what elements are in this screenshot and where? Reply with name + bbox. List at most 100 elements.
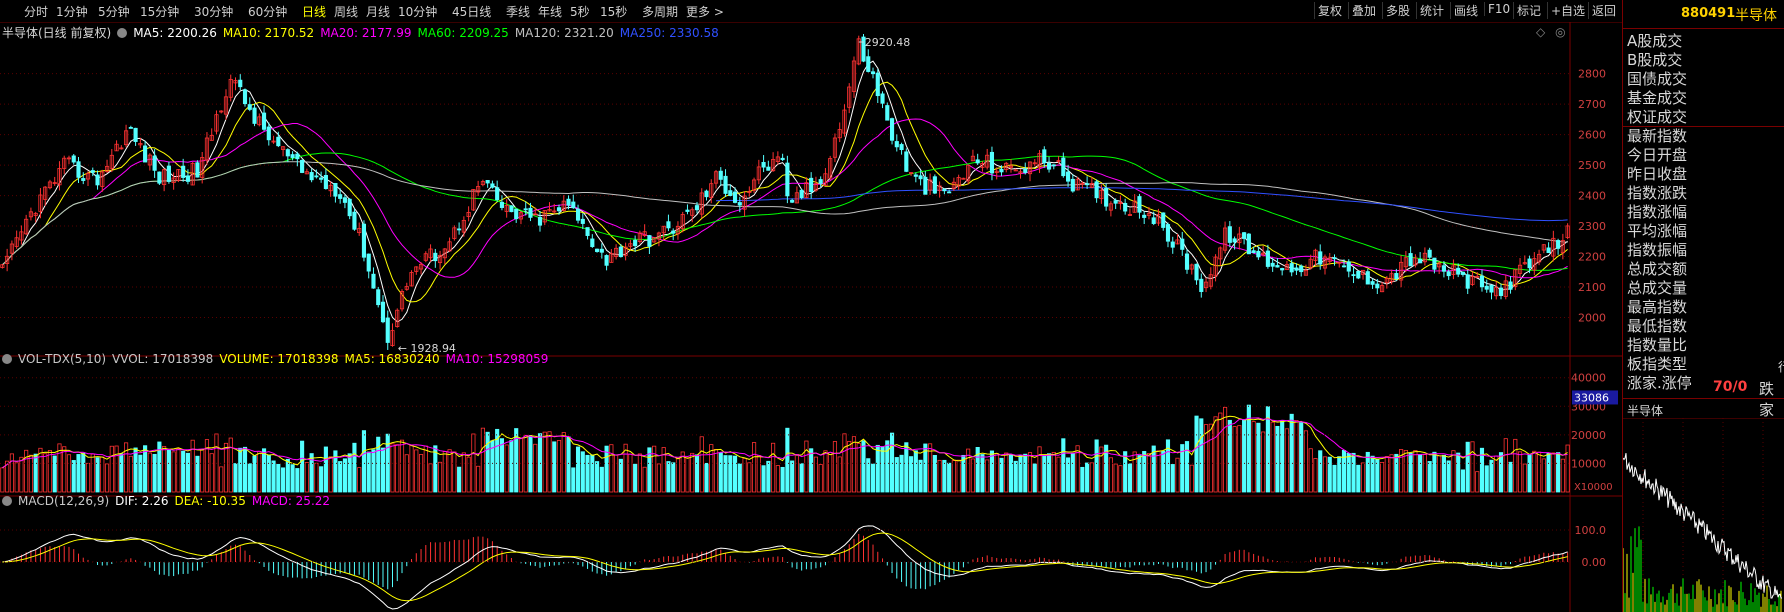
diamond-icon[interactable]: ◇ bbox=[1536, 25, 1545, 39]
volume-bar bbox=[1051, 452, 1056, 493]
volume-bar bbox=[1322, 456, 1328, 493]
circle-icon[interactable]: ◎ bbox=[1555, 25, 1565, 39]
volume-bar bbox=[761, 465, 766, 493]
toolbar-button[interactable]: 叠加 bbox=[1348, 2, 1379, 19]
mini-intraday-chart[interactable] bbox=[1623, 418, 1784, 612]
toolbar-button[interactable]: 返回 bbox=[1588, 2, 1619, 19]
volume-bar bbox=[832, 441, 838, 493]
volume-bar bbox=[1156, 450, 1161, 493]
volume-bar bbox=[1056, 456, 1061, 493]
volume-bar bbox=[1346, 452, 1351, 493]
toolbar-button[interactable]: 统计 bbox=[1416, 2, 1447, 19]
volume-bar bbox=[556, 440, 562, 493]
volume-bar bbox=[1546, 452, 1551, 493]
candle-body bbox=[737, 202, 742, 206]
volume-bar bbox=[642, 466, 647, 493]
candle-body bbox=[1356, 270, 1361, 279]
candle-body bbox=[1460, 271, 1466, 275]
volume-bar bbox=[961, 454, 966, 493]
candle-body bbox=[1051, 164, 1056, 167]
toolbar-button[interactable]: 标记 bbox=[1513, 2, 1544, 19]
timeframe-tab[interactable]: 月线 bbox=[366, 3, 390, 20]
timeframe-tab[interactable]: 30分钟 bbox=[194, 3, 233, 20]
chart-window-controls[interactable]: ◇ ◎ bbox=[1536, 25, 1566, 39]
timeframe-tab[interactable]: 日线 bbox=[302, 3, 326, 20]
timeframe-tab[interactable]: 年线 bbox=[538, 3, 562, 20]
volume-bar bbox=[376, 436, 381, 493]
candle-body bbox=[499, 201, 504, 208]
toolbar-button[interactable]: 多股 bbox=[1382, 2, 1413, 19]
timeframe-tab[interactable]: 15秒 bbox=[600, 3, 627, 20]
candle-body bbox=[1556, 240, 1561, 249]
settings-icon[interactable] bbox=[2, 496, 12, 506]
timeframe-tab[interactable]: 1分钟 bbox=[56, 3, 88, 20]
volume-bar bbox=[1365, 451, 1370, 493]
toolbar-button[interactable]: +自选 bbox=[1547, 2, 1588, 19]
timeframe-tab[interactable]: 分时 bbox=[24, 3, 48, 20]
timeframe-tab[interactable]: 60分钟 bbox=[248, 3, 287, 20]
volume-bar bbox=[518, 437, 524, 493]
candle-body bbox=[575, 208, 581, 221]
timeframe-tab[interactable]: 5分钟 bbox=[98, 3, 130, 20]
volume-bar bbox=[1061, 438, 1066, 493]
timeframe-tab[interactable]: 15分钟 bbox=[140, 3, 179, 20]
timeframe-tab[interactable]: 多周期 bbox=[642, 3, 678, 20]
toolbar-button[interactable]: F10 bbox=[1484, 2, 1513, 16]
volume-bar bbox=[561, 432, 566, 493]
toolbar-button[interactable]: 复权 bbox=[1314, 2, 1345, 19]
settings-icon[interactable] bbox=[2, 354, 12, 364]
y-tick-label: 2300 bbox=[1578, 220, 1606, 233]
volume-bar bbox=[1161, 450, 1166, 493]
volume-bar bbox=[304, 462, 309, 493]
timeframe-tab[interactable]: 10分钟 bbox=[398, 3, 437, 20]
timeframe-tab[interactable]: 更多 > bbox=[686, 3, 724, 20]
volume-bar bbox=[1256, 422, 1261, 493]
volume-bar bbox=[228, 437, 233, 493]
candle-body bbox=[1294, 267, 1299, 271]
candle-body bbox=[1280, 268, 1285, 271]
volume-bar bbox=[766, 460, 771, 493]
macd-line bbox=[2, 525, 1568, 610]
candle-body bbox=[694, 205, 700, 211]
volume-bar bbox=[338, 461, 343, 493]
volume-bar bbox=[1004, 452, 1009, 493]
candle-body bbox=[999, 168, 1004, 173]
volume-bar bbox=[314, 462, 319, 493]
volume-bar bbox=[328, 456, 333, 493]
legend-item: MA250: 2330.58 bbox=[619, 26, 719, 40]
timeframe-tab[interactable]: 周线 bbox=[334, 3, 358, 20]
timeframe-tab[interactable]: 季线 bbox=[506, 3, 530, 20]
candle-body bbox=[242, 89, 248, 105]
y-tick-label: 2700 bbox=[1578, 98, 1606, 111]
volume-bar bbox=[737, 463, 742, 493]
volume-bar bbox=[1451, 450, 1456, 493]
candle-body bbox=[732, 191, 738, 203]
legend-item: MA10: 2170.52 bbox=[222, 26, 315, 40]
volume-bar bbox=[590, 454, 595, 493]
volume-bar bbox=[1227, 419, 1232, 493]
timeframe-tab[interactable]: 45日线 bbox=[452, 3, 491, 20]
candle-body bbox=[1508, 281, 1513, 290]
volume-bar bbox=[1413, 450, 1418, 493]
candle-body bbox=[181, 165, 186, 178]
candle-body bbox=[685, 209, 690, 212]
candle-body bbox=[633, 239, 638, 247]
settings-icon[interactable] bbox=[117, 28, 128, 38]
volume-bar bbox=[1294, 420, 1299, 493]
timeframe-tab[interactable]: 5秒 bbox=[570, 3, 590, 20]
volume-bar bbox=[1303, 430, 1309, 493]
toolbar-button[interactable]: 画线 bbox=[1450, 2, 1481, 19]
volume-bar bbox=[937, 459, 942, 493]
candle-body bbox=[490, 183, 495, 188]
candle-body bbox=[1456, 267, 1461, 275]
volume-chart-header: VOL-TDX(5,10) VVOL: 17018398 VOLUME: 17018… bbox=[2, 352, 560, 366]
volume-bar bbox=[404, 454, 409, 493]
volume-bar bbox=[1046, 453, 1052, 493]
volume-bar bbox=[43, 453, 48, 493]
volume-bar bbox=[71, 460, 76, 493]
volume-bar bbox=[794, 454, 799, 493]
volume-bar bbox=[509, 440, 514, 493]
candle-body bbox=[1275, 265, 1280, 268]
volume-bar bbox=[14, 462, 19, 493]
stock-chart[interactable]: 2800 2700 2600 2500 2400 2300 2200 2100 2000 2920… bbox=[0, 22, 1622, 612]
